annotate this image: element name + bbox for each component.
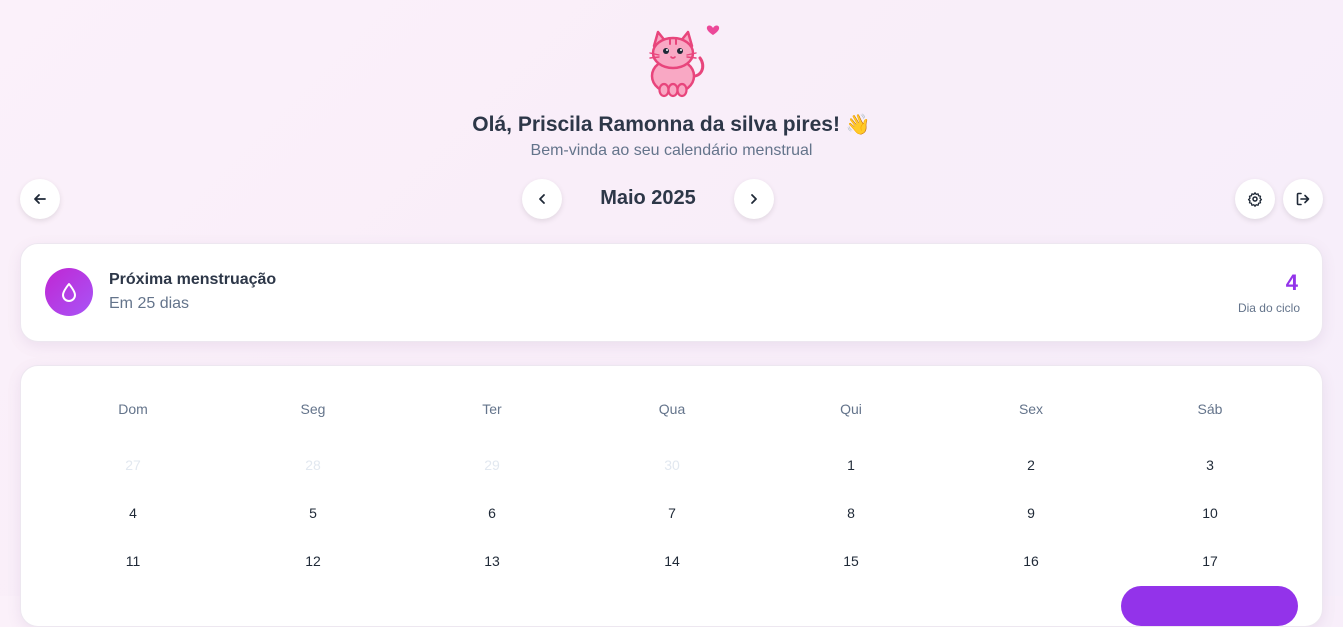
greeting-heading: Olá, Priscila Ramonna da silva pires! 👋 <box>0 112 1343 137</box>
action-button[interactable] <box>1121 586 1298 626</box>
drop-icon <box>62 283 76 302</box>
weekday-header: Sáb <box>1197 401 1223 417</box>
calendar-day[interactable]: 3 <box>1180 457 1240 473</box>
next-month-button[interactable] <box>734 179 774 219</box>
calendar-day[interactable]: 5 <box>283 505 343 521</box>
cycle-day-label: Dia do ciclo <box>1237 301 1300 315</box>
prev-month-button[interactable] <box>522 179 562 219</box>
calendar-day[interactable]: 14 <box>642 553 702 569</box>
calendar-day[interactable]: 4 <box>103 505 163 521</box>
calendar-day[interactable]: 7 <box>642 505 702 521</box>
cycle-day-number: 4 <box>1285 270 1298 295</box>
calendar-day[interactable]: 13 <box>462 553 522 569</box>
calendar-day-outside-month[interactable]: 27 <box>103 457 163 473</box>
calendar-day[interactable]: 11 <box>103 553 163 569</box>
arrow-left-icon <box>34 194 46 204</box>
chevron-right-icon <box>751 194 757 204</box>
weekday-header: Sex <box>1018 401 1044 417</box>
calendar-day[interactable]: 16 <box>1001 553 1061 569</box>
calendar-day-outside-month[interactable]: 28 <box>283 457 343 473</box>
weekday-header: Dom <box>118 401 148 417</box>
wave-emoji: 👋 <box>845 114 871 136</box>
calendar-card: Dom Seg Ter Qua Qui Sex Sáb 27 28 29 30 1 2 3 4 5 6 7 8 9 10… <box>20 365 1323 627</box>
greeting-text: Olá, Priscila Ramonna da silva pires! <box>472 113 840 136</box>
calendar-day[interactable]: 8 <box>821 505 881 521</box>
calendar-day[interactable]: 17 <box>1180 553 1240 569</box>
logout-icon <box>1296 192 1310 206</box>
cat-mascot-icon <box>649 25 720 98</box>
calendar-day[interactable]: 12 <box>283 553 343 569</box>
calendar-day[interactable]: 1 <box>821 457 881 473</box>
drop-badge <box>45 268 93 316</box>
weekday-header: Qui <box>840 401 862 417</box>
next-period-title: Próxima menstruação <box>109 271 277 288</box>
chevron-left-icon <box>539 194 545 204</box>
settings-button[interactable] <box>1235 179 1275 219</box>
gear-icon <box>1247 192 1263 207</box>
greeting-subtitle: Bem-vinda ao seu calendário menstrual <box>530 142 813 159</box>
calendar-day-outside-month[interactable]: 30 <box>642 457 702 473</box>
next-period-card: Próxima menstruação Em 25 dias 4 Dia do … <box>20 243 1323 342</box>
calendar-day[interactable]: 6 <box>462 505 522 521</box>
calendar-day[interactable]: 10 <box>1180 505 1240 521</box>
calendar-day[interactable]: 2 <box>1001 457 1061 473</box>
weekday-header: Ter <box>482 401 502 417</box>
weekday-header: Qua <box>658 401 686 417</box>
next-period-countdown: Em 25 dias <box>109 295 190 312</box>
calendar-day[interactable]: 9 <box>1001 505 1061 521</box>
logout-button[interactable] <box>1283 179 1323 219</box>
calendar-day[interactable]: 15 <box>821 553 881 569</box>
back-button[interactable] <box>20 179 60 219</box>
month-title: Maio 2025 <box>600 187 696 209</box>
weekday-header: Seg <box>300 401 326 417</box>
calendar-day-outside-month[interactable]: 29 <box>462 457 522 473</box>
